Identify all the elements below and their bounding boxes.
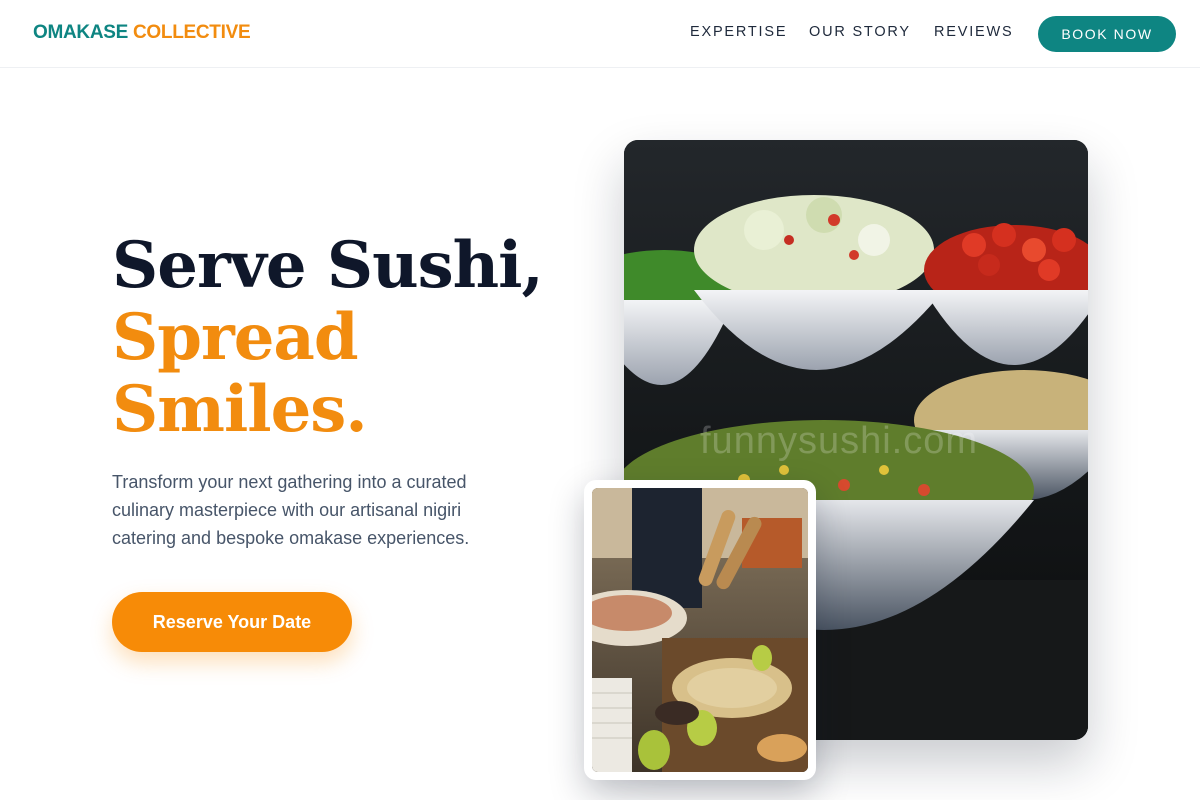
reserve-date-button[interactable]: Reserve Your Date bbox=[112, 592, 352, 652]
image-watermark: funnysushi.com bbox=[700, 420, 979, 462]
site-header: OMAKASE COLLECTIVE EXPERTISE OUR STORY R… bbox=[0, 0, 1200, 68]
nav-link-our-story[interactable]: OUR STORY bbox=[809, 24, 911, 40]
nav-link-reviews[interactable]: REVIEWS bbox=[934, 24, 1013, 40]
headline-line-3: Smiles. bbox=[112, 372, 368, 447]
brand-name-part2: COLLECTIVE bbox=[133, 22, 251, 43]
brand-logo[interactable]: OMAKASE COLLECTIVE bbox=[33, 22, 251, 44]
nav-link-expertise[interactable]: EXPERTISE bbox=[690, 24, 787, 40]
buffet-table-photo bbox=[592, 488, 808, 772]
buffet-photo-card bbox=[584, 480, 816, 780]
headline-line-2: Spread bbox=[112, 300, 359, 375]
hero-headline: Serve Sushi, Spread Smiles. bbox=[112, 228, 544, 447]
buffet-illustration bbox=[592, 488, 808, 772]
brand-name-part1: OMAKASE bbox=[33, 22, 129, 43]
headline-line-1: Serve Sushi, bbox=[112, 228, 544, 303]
hero-description: Transform your next gathering into a cur… bbox=[112, 472, 470, 548]
book-now-button[interactable]: BOOK NOW bbox=[1038, 16, 1176, 52]
